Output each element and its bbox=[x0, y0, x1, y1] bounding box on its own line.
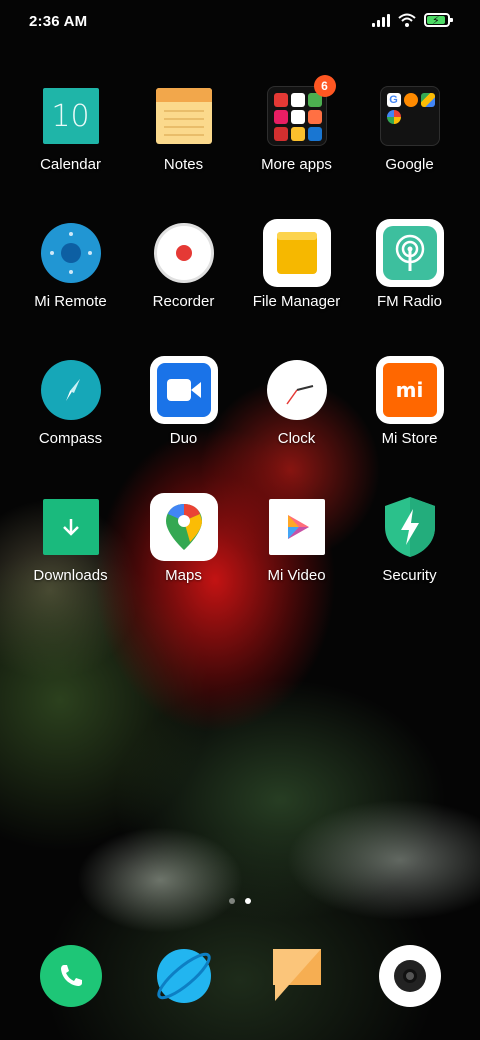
camera-icon bbox=[378, 945, 441, 1007]
app-folder-more-apps[interactable]: 6 More apps bbox=[240, 75, 353, 176]
wifi-icon bbox=[398, 13, 416, 27]
record-icon bbox=[153, 223, 214, 283]
app-compass[interactable]: Compass bbox=[14, 354, 127, 450]
play-icon bbox=[268, 499, 325, 555]
phone-icon bbox=[39, 945, 102, 1007]
folder-icon: 6 bbox=[266, 75, 336, 146]
app-clock[interactable]: Clock bbox=[240, 354, 353, 450]
notification-badge: 6 bbox=[313, 75, 336, 97]
app-label: Calendar bbox=[40, 156, 101, 173]
app-fm-radio[interactable]: FM Radio bbox=[353, 217, 466, 313]
mi-store-icon: mi bbox=[375, 356, 444, 424]
app-label: Mi Store bbox=[381, 430, 438, 447]
app-label: File Manager bbox=[252, 293, 341, 310]
clock-icon bbox=[266, 360, 327, 420]
app-label: Google bbox=[385, 156, 434, 173]
app-mi-video[interactable]: Mi Video bbox=[240, 491, 353, 587]
app-label: Notes bbox=[163, 156, 204, 173]
app-label: Recorder bbox=[152, 293, 215, 310]
dock-messages[interactable] bbox=[240, 945, 353, 1007]
app-maps[interactable]: Maps bbox=[127, 491, 240, 587]
app-label: Security bbox=[382, 567, 437, 584]
app-folder-google[interactable]: G Google bbox=[353, 80, 466, 176]
app-file-manager[interactable]: File Manager bbox=[240, 217, 353, 313]
app-label: Downloads bbox=[33, 567, 108, 584]
app-label: More apps bbox=[261, 156, 332, 173]
status-time: 2:36 AM bbox=[29, 13, 88, 30]
app-label: Clock bbox=[277, 430, 316, 447]
download-icon bbox=[42, 499, 99, 555]
dock-camera[interactable] bbox=[353, 945, 466, 1007]
app-label: Mi Remote bbox=[34, 293, 107, 310]
app-downloads[interactable]: Downloads bbox=[14, 491, 127, 587]
app-mi-remote[interactable]: Mi Remote bbox=[14, 217, 127, 313]
map-pin-icon bbox=[149, 493, 218, 561]
radio-icon bbox=[375, 219, 444, 287]
app-label: Compass bbox=[38, 430, 103, 447]
page-dot[interactable] bbox=[229, 898, 235, 904]
app-label: FM Radio bbox=[376, 293, 443, 310]
app-label: Maps bbox=[165, 567, 202, 584]
signal-icon bbox=[372, 13, 390, 27]
app-security[interactable]: Security bbox=[353, 491, 466, 587]
compass-icon bbox=[40, 360, 101, 420]
shield-bolt-icon bbox=[384, 497, 435, 557]
app-mi-store[interactable]: mi Mi Store bbox=[353, 354, 466, 450]
page-dot-active[interactable] bbox=[245, 898, 251, 904]
battery-charging-icon: ⚡ bbox=[424, 13, 453, 27]
status-bar: 2:36 AM ⚡ bbox=[0, 0, 480, 44]
notes-icon bbox=[155, 88, 212, 144]
app-label: Duo bbox=[169, 430, 198, 447]
video-camera-icon bbox=[149, 356, 218, 424]
app-calendar[interactable]: 10 Calendar bbox=[14, 80, 127, 176]
remote-icon bbox=[40, 223, 101, 283]
app-recorder[interactable]: Recorder bbox=[127, 217, 240, 313]
folder-icon: G bbox=[379, 86, 440, 146]
status-icons: ⚡ bbox=[372, 13, 453, 27]
app-grid: 10 Calendar Notes 6 More apps G Google M… bbox=[14, 75, 466, 587]
dock-phone[interactable] bbox=[14, 945, 127, 1007]
browser-icon bbox=[156, 949, 211, 1003]
app-label: Mi Video bbox=[267, 567, 326, 584]
calendar-date: 10 bbox=[51, 98, 90, 134]
dock-browser[interactable] bbox=[127, 945, 240, 1007]
folder-file-icon bbox=[262, 219, 331, 287]
calendar-icon: 10 bbox=[42, 88, 99, 144]
dock bbox=[14, 945, 466, 1007]
messages-icon bbox=[272, 949, 321, 1001]
app-notes[interactable]: Notes bbox=[127, 80, 240, 176]
page-indicator bbox=[0, 898, 480, 904]
app-duo[interactable]: Duo bbox=[127, 354, 240, 450]
